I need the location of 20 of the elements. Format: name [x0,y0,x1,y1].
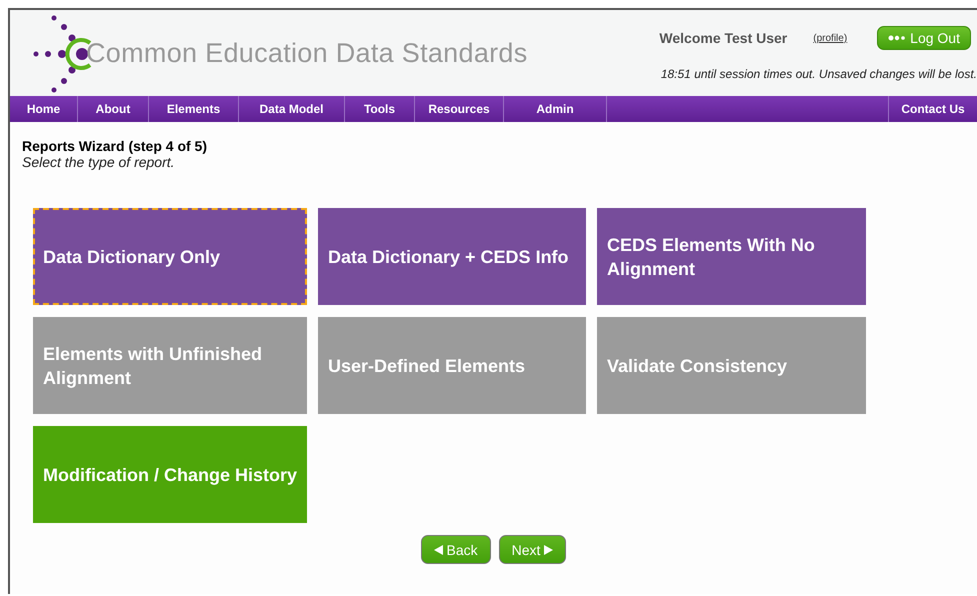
profile-link[interactable]: (profile) [813,32,848,44]
left-arrow-icon [434,544,443,554]
wizard-subtitle: Select the type of report. [22,154,176,170]
nav-item[interactable]: Contact Us [888,96,977,122]
nav-item[interactable]: Elements [149,96,239,122]
nav-item[interactable]: Data Model [239,96,345,122]
report-type-tile[interactable]: CEDS Elements With No Alignment [597,208,866,305]
session-notice: 18:51 until session times out. Unsaved changes will be lost. [660,67,977,81]
nav-item[interactable]: About [78,96,149,122]
report-type-tile[interactable]: Data Dictionary + CEDS Info [318,208,586,305]
welcome-text: Welcome Test User [659,30,788,46]
nav-item[interactable]: Home [10,96,78,122]
dots-icon [888,35,906,41]
wizard-title: Reports Wizard (step 4 of 5) [22,138,208,154]
nav-item[interactable]: Tools [345,96,415,122]
report-type-tile[interactable]: Data Dictionary Only [33,208,307,305]
right-arrow-icon [544,544,554,554]
nav-item[interactable]: Admin [504,96,607,122]
site-title: Common Education Data Standards [86,38,528,68]
nav-item[interactable]: Resources [415,96,504,122]
